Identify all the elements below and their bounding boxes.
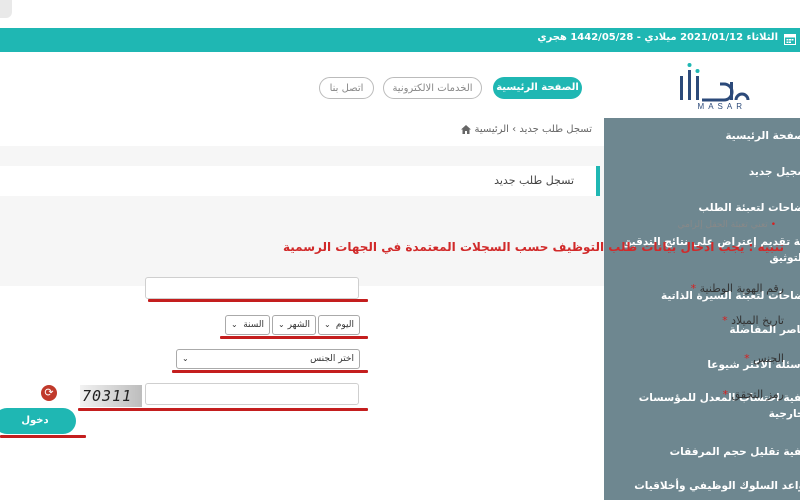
site-header: MASAR الصفحة الرئيسية الخدمات الالكتروني… (0, 52, 800, 119)
national-id-input[interactable] (145, 277, 359, 299)
form-title: تسجل طلب جديد (494, 174, 574, 187)
dob-year-select[interactable]: السنة ⌄ (225, 315, 270, 335)
required-star: * (690, 282, 697, 295)
breadcrumb-current: تسجل طلب جديد (519, 124, 592, 135)
breadcrumb-home[interactable]: الرئيسية (475, 124, 509, 135)
sidebar-item-attachments[interactable]: كيفية تقليل حجم المرفقات (616, 444, 800, 460)
nav-contact-button[interactable]: اتصل بنا (319, 77, 374, 99)
annotation-underline (78, 408, 368, 411)
national-id-label-text: رقم الهوية الوطنية (699, 282, 784, 295)
captcha-label-text: رمز التحقق (731, 388, 784, 401)
breadcrumb-separator: › (512, 124, 517, 135)
dob-day-select[interactable]: اليوم ⌄ (318, 315, 360, 335)
gender-value: اختر الجنس (310, 354, 354, 364)
national-id-label: رقم الهوية الوطنية * (691, 282, 784, 295)
dob-label: تاريخ الميلاد * (722, 314, 784, 327)
dob-year-value: السنة (243, 320, 264, 330)
window-knob (0, 0, 12, 18)
required-star: * (744, 352, 750, 365)
sidebar-item-register[interactable]: تسجيل جديد (616, 164, 800, 180)
home-icon[interactable] (461, 124, 472, 134)
annotation-underline (0, 435, 86, 438)
required-note: • تعني تعبئة الحقل إلزامي (678, 220, 776, 230)
browser-top-strip (0, 0, 800, 29)
annotation-underline (220, 336, 368, 339)
annotation-underline (148, 299, 368, 302)
date-text: الثلاثاء 2021/01/12 ميلادي - 1442/05/28 … (537, 32, 778, 43)
sidebar: الصفحة الرئيسية تسجيل جديد إيضاحات لتعبئ… (604, 118, 800, 500)
dob-day-value: اليوم (335, 320, 354, 330)
gender-label-text: الجنس (753, 352, 784, 365)
dob-label-text: تاريخ الميلاد (731, 314, 784, 327)
sidebar-item-fill-instructions[interactable]: إيضاحات لتعبئة الطلب (616, 200, 800, 216)
nav-eservices-button[interactable]: الخدمات الالكترونية (383, 77, 482, 99)
chevron-down-icon: ⌄ (278, 320, 285, 329)
login-button[interactable]: دخول (0, 408, 76, 434)
form-title-box: تسجل طلب جديد (0, 166, 600, 196)
nav-home-button[interactable]: الصفحة الرئيسية (493, 77, 582, 99)
sidebar-item-home[interactable]: الصفحة الرئيسية (616, 128, 800, 144)
logo-subtitle: MASAR (697, 102, 746, 111)
captcha-image: 70311 (80, 385, 142, 407)
required-star: * (722, 388, 729, 401)
refresh-icon[interactable]: ⟳ (41, 385, 57, 401)
breadcrumb: تسجل طلب جديد › الرئيسية (461, 124, 592, 135)
required-dot: • (770, 220, 776, 230)
sidebar-item-conduct[interactable]: قواعد السلوك الوظيفي وأخلاقيات (616, 478, 800, 494)
gender-label: الجنس * (744, 352, 784, 365)
captcha-input[interactable] (145, 383, 359, 405)
gender-select[interactable]: اختر الجنس ⌄ (176, 349, 360, 369)
required-note-text: تعني تعبئة الحقل إلزامي (677, 220, 768, 230)
captcha-label: رمز التحقق * (723, 388, 784, 401)
chevron-down-icon: ⌄ (231, 320, 238, 329)
chevron-down-icon: ⌄ (182, 354, 189, 363)
dob-month-value: الشهر (287, 320, 310, 330)
calendar-icon (784, 34, 796, 45)
dob-month-select[interactable]: الشهر ⌄ (272, 315, 316, 335)
required-star: * (722, 314, 728, 327)
chevron-down-icon: ⌄ (324, 320, 331, 329)
warning-text: تنبيه : يجب ادخال بيانات طلب التوظيف حسب… (283, 240, 784, 254)
annotation-underline (172, 370, 368, 373)
date-bar: الثلاثاء 2021/01/12 ميلادي - 1442/05/28 … (0, 28, 800, 52)
